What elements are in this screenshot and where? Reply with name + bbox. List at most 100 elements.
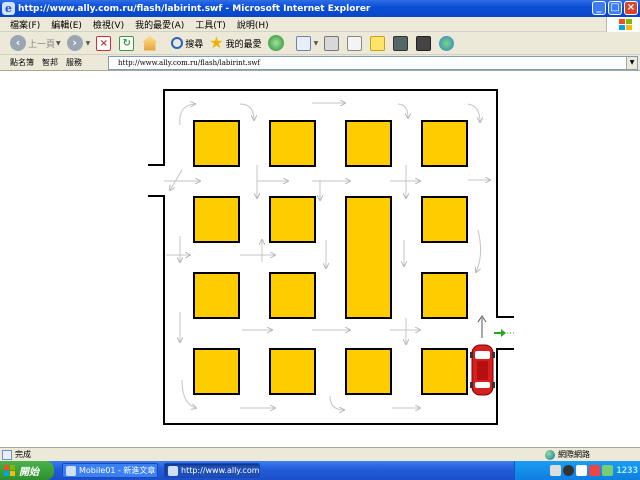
block: [193, 348, 240, 395]
block: [193, 120, 240, 167]
car[interactable]: [470, 344, 495, 396]
refresh-button[interactable]: ↻: [119, 35, 136, 51]
tray-app-icon[interactable]: [576, 465, 588, 476]
block: [345, 120, 392, 167]
globe-icon: [545, 449, 555, 460]
tray-app-icon[interactable]: [550, 465, 562, 476]
windows-logo-icon: [606, 17, 640, 32]
messenger-icon: [439, 35, 455, 51]
tray-app-icon[interactable]: [589, 465, 601, 476]
exit-arrow-icon: [494, 329, 514, 337]
minimize-button[interactable]: _: [592, 1, 606, 15]
research-icon: [393, 35, 409, 51]
system-tray: 1233: [514, 461, 640, 480]
forward-arrow-icon: ›: [66, 35, 83, 51]
menu-tools[interactable]: 工具(T): [195, 18, 226, 31]
chevron-down-icon: ▼: [56, 39, 61, 47]
back-label: 上一頁: [28, 39, 56, 50]
block: [421, 272, 468, 319]
printer-icon: [324, 35, 340, 51]
stop-icon: ×: [96, 35, 112, 51]
edit-button[interactable]: [347, 35, 364, 51]
menu-edit[interactable]: 編輯(E): [51, 18, 82, 31]
page-content: [0, 71, 640, 447]
chevron-down-icon: ▼: [85, 39, 91, 47]
start-label: 開始: [19, 467, 39, 478]
task-label: Mobile01 - 新進文章 ...: [79, 466, 158, 475]
toolbar: ‹ 上一頁 ▼ › ▼ × ↻ 搜尋 ★ 我的最愛 ▼: [0, 32, 640, 55]
status-text: 完成: [15, 450, 31, 459]
task-label: http://www.ally.com.ru...: [181, 466, 260, 475]
windows-flag-icon: [4, 465, 15, 476]
home-icon: [142, 35, 158, 51]
search-button[interactable]: 搜尋: [171, 37, 203, 50]
close-button[interactable]: ×: [624, 1, 638, 15]
link-item[interactable]: 點名簿: [10, 57, 34, 68]
taskbar-item-labirint[interactable]: http://www.ally.com.ru...: [164, 463, 260, 478]
favorites-label: 我的最愛: [225, 39, 262, 50]
search-icon: [171, 37, 184, 49]
block: [193, 196, 240, 243]
maze-blocks: [193, 120, 468, 395]
tray-app-icon[interactable]: [602, 465, 614, 476]
tray-app-icon[interactable]: [563, 465, 575, 476]
mail-icon: [295, 35, 311, 51]
block: [269, 196, 316, 243]
home-button[interactable]: [142, 35, 159, 51]
block: [421, 348, 468, 395]
address-dropdown-button[interactable]: ▼: [626, 57, 637, 69]
refresh-icon: ↻: [119, 35, 135, 51]
address-bar: 點名簿 智邦 服務 http://www.ally.com.ru/flash/l…: [0, 55, 640, 71]
note-icon: [370, 35, 386, 51]
forward-button[interactable]: › ▼: [66, 35, 91, 51]
search-label: 搜尋: [185, 39, 204, 50]
favorites-button[interactable]: ★ 我的最愛: [209, 35, 261, 51]
up-arrow-icon: [477, 315, 487, 338]
print-button[interactable]: [324, 35, 341, 51]
block: [193, 272, 240, 319]
block: [269, 348, 316, 395]
menu-bar: 檔案(F) 編輯(E) 檢視(V) 我的最愛(A) 工具(T) 說明(H): [0, 17, 640, 32]
window-title-bar[interactable]: e http://www.ally.com.ru/flash/labirint.…: [0, 0, 640, 17]
menu-favorites[interactable]: 我的最愛(A): [135, 18, 184, 31]
tray-number: 1233: [616, 465, 638, 476]
block: [345, 196, 392, 319]
zone-label: 網際網路: [558, 450, 590, 459]
back-button[interactable]: ‹ 上一頁 ▼: [10, 35, 61, 51]
edit-icon: [347, 35, 363, 51]
security-zone: 網際網路: [545, 449, 590, 460]
block: [421, 196, 468, 243]
discuss-button[interactable]: [370, 35, 387, 51]
window-title: http://www.ally.com.ru/flash/labirint.sw…: [18, 3, 371, 14]
research-button[interactable]: [393, 35, 410, 51]
address-input[interactable]: http://www.ally.com.ru/flash/labirint.sw…: [108, 56, 638, 70]
history-button[interactable]: [267, 35, 286, 51]
labyrinth-game[interactable]: [0, 71, 640, 447]
taskbar-item-mobile01[interactable]: Mobile01 - 新進文章 ...: [62, 463, 158, 478]
status-bar: 完成 網際網路: [0, 447, 640, 461]
taskbar: 開始 Mobile01 - 新進文章 ... http://www.ally.c…: [0, 461, 640, 480]
link-item[interactable]: 服務: [66, 57, 82, 68]
menu-file[interactable]: 檔案(F): [10, 18, 40, 31]
media-button[interactable]: [416, 35, 433, 51]
ie-icon: [66, 465, 76, 476]
ie-icon: e: [2, 2, 15, 15]
messenger-button[interactable]: [439, 35, 456, 51]
block: [345, 348, 392, 395]
chevron-down-icon: ▼: [313, 39, 319, 47]
star-icon: ★: [209, 33, 224, 52]
back-arrow-icon: ‹: [10, 35, 26, 51]
page-icon: [2, 449, 12, 460]
address-url: http://www.ally.com.ru/flash/labirint.sw…: [118, 59, 260, 67]
stop-button[interactable]: ×: [96, 35, 113, 51]
block: [421, 120, 468, 167]
menu-view[interactable]: 檢視(V): [93, 18, 124, 31]
start-button[interactable]: 開始: [0, 461, 54, 480]
history-icon: [267, 35, 284, 51]
ie-icon: [168, 465, 178, 476]
link-item[interactable]: 智邦: [42, 57, 58, 68]
block: [269, 120, 316, 167]
mail-button[interactable]: ▼: [295, 35, 319, 51]
menu-help[interactable]: 說明(H): [237, 18, 269, 31]
maximize-button[interactable]: □: [608, 1, 622, 15]
